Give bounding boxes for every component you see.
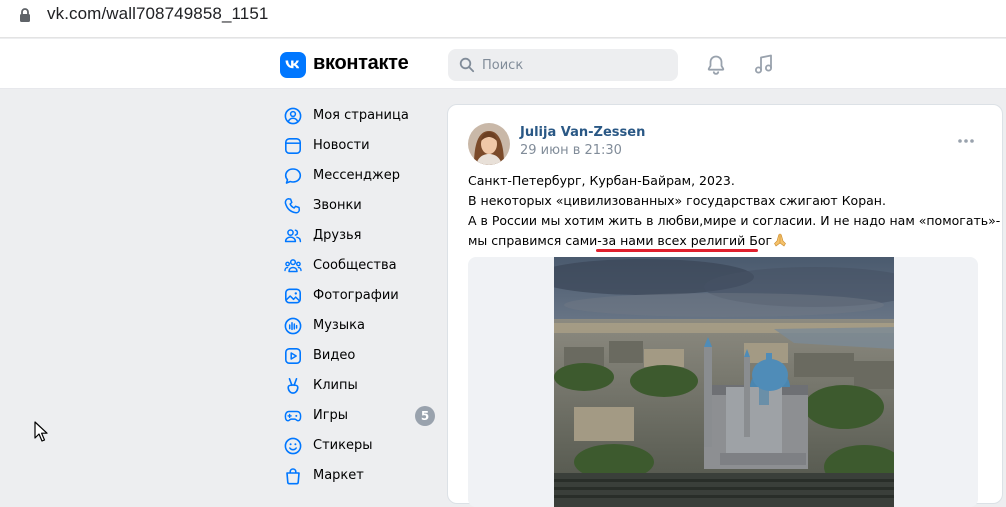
sidebar-item-friends[interactable]: Друзья: [276, 221, 440, 251]
site-header: вконтакте: [0, 39, 1006, 89]
post-text-line: А в России мы хотим жить в любви,мире и …: [468, 213, 1001, 228]
post-text-line-content: мы справимся сами-за нами всех религий Б…: [468, 233, 773, 248]
sidebar-item-label: Друзья: [313, 228, 362, 243]
sidebar-item-communities[interactable]: Сообщества: [276, 251, 440, 281]
video-icon: [284, 347, 301, 364]
gamepad-icon: [284, 410, 302, 422]
more-options-icon[interactable]: [956, 133, 976, 149]
sidebar-item-clips[interactable]: Клипы: [276, 371, 440, 401]
vk-logo-icon[interactable]: [280, 52, 306, 78]
post-text-line: Санкт-Петербург, Курбан-Байрам, 2023.: [468, 173, 735, 188]
market-bag-icon: [286, 468, 300, 485]
sidebar-item-label: Музыка: [313, 318, 365, 333]
bell-icon[interactable]: [704, 53, 728, 77]
sidebar-item-label: Видео: [313, 348, 356, 363]
mouse-cursor-icon: [34, 421, 48, 442]
sidebar-item-label: Сообщества: [313, 258, 397, 273]
sidebar-item-stickers[interactable]: Стикеры: [276, 431, 440, 461]
search-icon: [459, 57, 475, 73]
message-icon: [284, 168, 302, 184]
post-text: Санкт-Петербург, Курбан-Байрам, 2023. В …: [468, 171, 1001, 251]
logo-text[interactable]: вконтакте: [313, 52, 409, 75]
avatar[interactable]: [468, 123, 510, 165]
sidebar-item-label: Мессенджер: [313, 168, 400, 183]
music-note-icon[interactable]: [752, 52, 776, 76]
post-text-line-last: мы справимся сами-за нами всех религий Б…: [468, 231, 968, 251]
lock-icon[interactable]: [18, 7, 32, 23]
post-photo-mosque-aerial[interactable]: [554, 257, 894, 507]
sidebar-item-label: Моя страница: [313, 108, 409, 123]
sidebar-item-label: Новости: [313, 138, 370, 153]
wall-post: Julija Van-Zessen 29 июн в 21:30 Санкт-П…: [447, 104, 1003, 507]
post-text-line: В некоторых «цивилизованных» государства…: [468, 193, 886, 208]
search-input[interactable]: [482, 49, 672, 81]
post-photo-container[interactable]: [468, 257, 978, 507]
sidebar-item-label: Клипы: [313, 378, 358, 393]
sidebar-item-games[interactable]: Игры 5: [276, 401, 440, 431]
sidebar-item-label: Игры: [313, 408, 349, 423]
post-date[interactable]: 29 июн в 21:30: [520, 143, 622, 158]
praying-hands-emoji-icon: [774, 233, 786, 247]
sidebar-item-news[interactable]: Новости: [276, 131, 440, 161]
sidebar-item-my-page[interactable]: Моя страница: [276, 101, 440, 131]
url-text[interactable]: vk.com/wall708749858_1151: [47, 4, 268, 24]
smile-icon: [284, 437, 302, 455]
photo-icon: [284, 288, 301, 304]
red-underline-annotation: [596, 249, 758, 252]
sidebar-item-photos[interactable]: Фотографии: [276, 281, 440, 311]
avatar-photo: [468, 123, 510, 165]
communities-icon: [284, 259, 302, 273]
sidebar-item-label: Звонки: [313, 198, 362, 213]
sidebar-item-messenger[interactable]: Мессенджер: [276, 161, 440, 191]
left-sidebar-nav: Моя страница Новости Мессенджер Звонки Д…: [276, 101, 440, 491]
sidebar-item-label: Стикеры: [313, 438, 373, 453]
browser-address-bar: vk.com/wall708749858_1151: [0, 0, 1006, 38]
music-bars-icon: [284, 317, 302, 335]
sidebar-item-calls[interactable]: Звонки: [276, 191, 440, 221]
sidebar-item-label: Фотографии: [313, 288, 399, 303]
sidebar-item-market[interactable]: Маркет: [276, 461, 440, 491]
phone-icon: [284, 198, 301, 214]
games-count-badge: 5: [415, 406, 435, 426]
news-icon: [284, 137, 301, 154]
search-box[interactable]: [448, 49, 678, 81]
sidebar-item-video[interactable]: Видео: [276, 341, 440, 371]
clips-icon: [287, 378, 299, 394]
post-author-link[interactable]: Julija Van-Zessen: [520, 125, 645, 140]
user-circle-icon: [284, 107, 302, 125]
sidebar-item-music[interactable]: Музыка: [276, 311, 440, 341]
friends-icon: [284, 229, 302, 243]
